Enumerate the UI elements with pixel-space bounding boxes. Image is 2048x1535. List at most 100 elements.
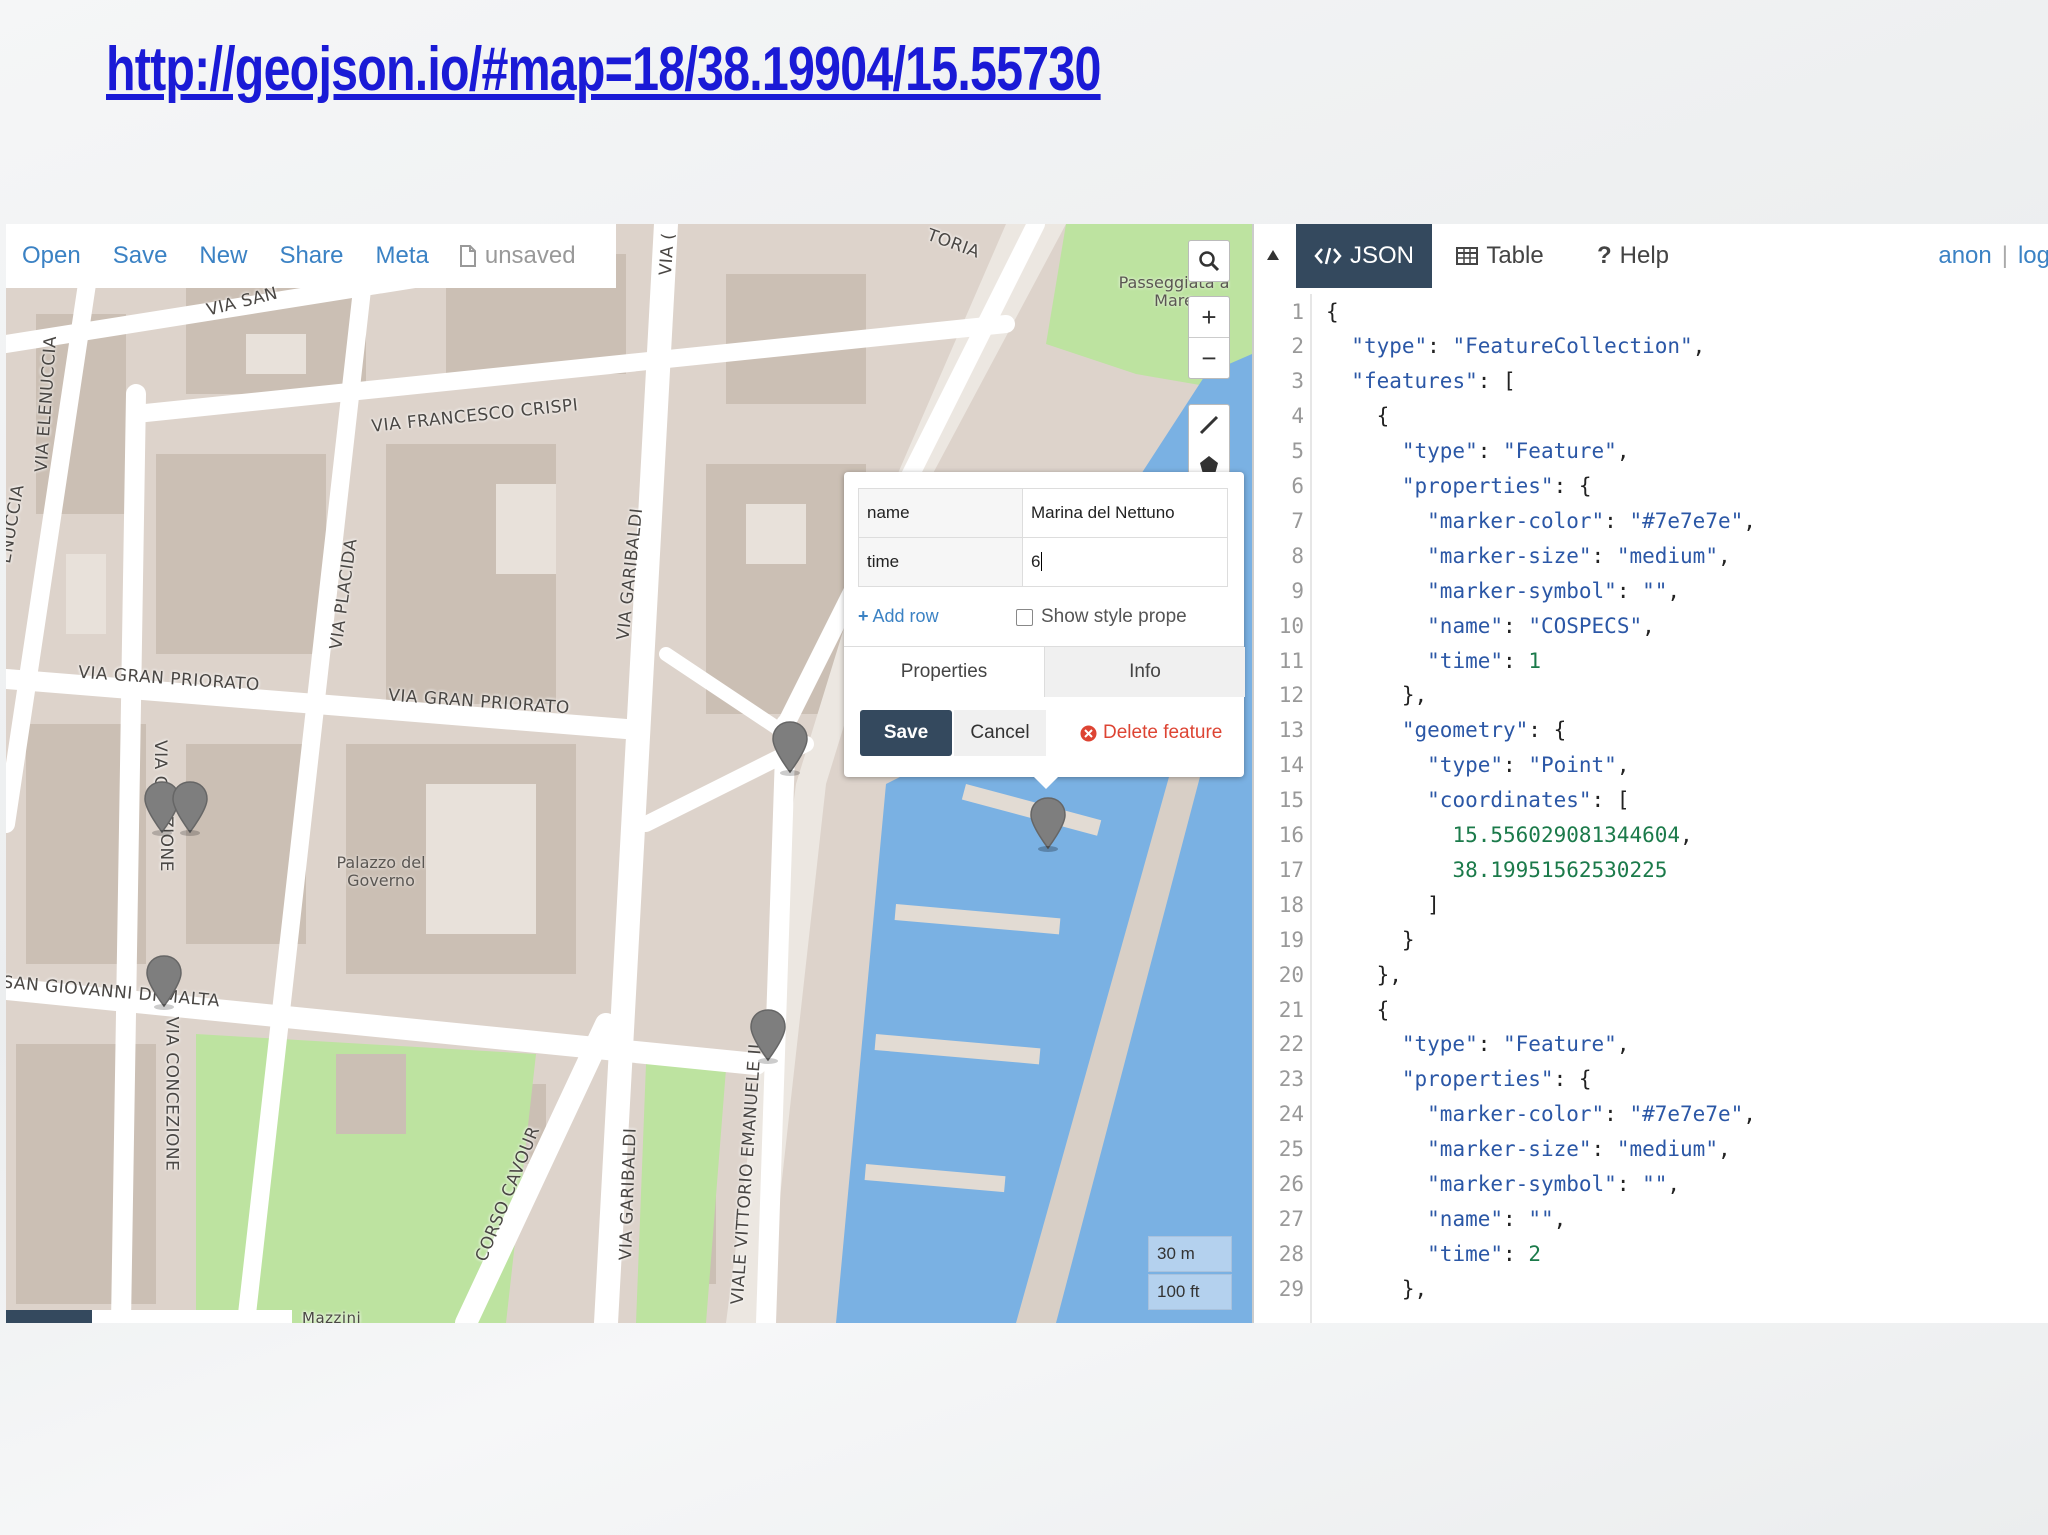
- line-number: 3: [1291, 369, 1304, 394]
- line-number: 25: [1278, 1137, 1304, 1162]
- code-text: "name": "",: [1427, 1206, 1567, 1231]
- street-label: VIA CONCEZIONE: [161, 1016, 182, 1172]
- property-key-field[interactable]: name: [858, 488, 1023, 538]
- json-editor[interactable]: 1{ 2 "type": "FeatureCollection", 3 "featu…: [1254, 294, 2048, 1323]
- line-number: 13: [1278, 718, 1304, 743]
- code-text: ]: [1326, 892, 1440, 917]
- code-text: "marker-color": "#7e7e7e",: [1427, 508, 1756, 533]
- line-number: 5: [1291, 439, 1304, 464]
- code-text: "name": "COSPECS",: [1427, 613, 1655, 638]
- code-line: 25 "marker-size": "medium",: [1254, 1132, 1731, 1167]
- login-link[interactable]: log: [2018, 242, 2048, 270]
- line-number: 27: [1278, 1206, 1304, 1231]
- tab-help[interactable]: ? Help: [1568, 224, 1698, 288]
- code-text: "type": "Feature",: [1401, 439, 1630, 464]
- property-key-field[interactable]: time: [858, 537, 1023, 587]
- show-style-label: Show style prope: [1041, 606, 1187, 627]
- map-marker-icon[interactable]: [770, 720, 810, 776]
- tab-info[interactable]: Info: [1044, 647, 1245, 697]
- line-number: 23: [1278, 1067, 1304, 1092]
- map-marker-icon[interactable]: [748, 1008, 788, 1064]
- zoom-out-button[interactable]: −: [1189, 337, 1229, 378]
- collapse-arrow-icon[interactable]: [1266, 248, 1280, 266]
- street-label: Mazzini: [302, 1309, 362, 1323]
- scale-imperial: 100 ft: [1148, 1274, 1232, 1310]
- map-marker-icon[interactable]: [170, 780, 210, 836]
- top-menu: Open Save New Share Meta unsaved: [6, 224, 616, 288]
- code-text: {: [1326, 299, 1339, 324]
- popup-tip: [1032, 775, 1060, 789]
- menu-new[interactable]: New: [183, 242, 263, 270]
- code-text: "type": "Feature",: [1401, 1032, 1630, 1057]
- line-number: 22: [1278, 1032, 1304, 1057]
- draw-line-icon[interactable]: [1189, 405, 1229, 445]
- code-line: 6 "properties": {: [1254, 469, 1591, 504]
- show-style-checkbox[interactable]: [1016, 608, 1033, 626]
- map-marker-icon[interactable]: [144, 954, 184, 1010]
- code-text: "marker-size": "medium",: [1427, 543, 1731, 568]
- geojson-screenshot: Open Save New Share Meta unsaved VIA SAN…: [6, 224, 2048, 1323]
- code-line: 26 "marker-symbol": "",: [1254, 1167, 1680, 1202]
- code-text: "properties": {: [1401, 1067, 1592, 1092]
- line-number: 8: [1291, 543, 1304, 568]
- properties-table: name Marina del Nettuno time 6: [858, 488, 1228, 587]
- line-number: 11: [1278, 648, 1304, 673]
- line-number: 7: [1291, 508, 1304, 533]
- code-line: 9 "marker-symbol": "",: [1254, 573, 1680, 608]
- menu-share[interactable]: Share: [263, 242, 359, 270]
- question-icon: ?: [1596, 242, 1612, 269]
- code-text: "type": "FeatureCollection",: [1351, 334, 1706, 359]
- show-style-properties[interactable]: Show style prope: [1016, 606, 1187, 628]
- line-number: 9: [1291, 578, 1304, 603]
- tab-json[interactable]: JSON: [1296, 224, 1432, 288]
- tab-properties[interactable]: Properties: [844, 647, 1044, 697]
- code-text: "marker-symbol": "",: [1427, 1172, 1681, 1196]
- line-number: 6: [1291, 474, 1304, 498]
- unsaved-label: unsaved: [484, 242, 576, 269]
- code-line: 27 "name": "",: [1254, 1201, 1567, 1236]
- line-number: 4: [1291, 404, 1304, 429]
- code-text: "time": 1: [1427, 648, 1541, 673]
- save-button[interactable]: Save: [860, 710, 952, 756]
- code-text: "features": [: [1351, 369, 1516, 394]
- tab-table[interactable]: Table: [1432, 224, 1568, 288]
- feature-properties-popup: name Marina del Nettuno time 6 + Add row…: [844, 472, 1245, 789]
- table-row: name Marina del Nettuno: [858, 488, 1228, 538]
- code-line: 11 "time": 1: [1254, 643, 1541, 678]
- code-text: }: [1326, 927, 1415, 952]
- code-text: "time": 2: [1427, 1241, 1541, 1266]
- delete-feature-button[interactable]: Delete feature: [1080, 710, 1222, 756]
- zoom-in-button[interactable]: +: [1189, 297, 1229, 337]
- user-links: anon | log: [1938, 224, 2048, 288]
- code-text: },: [1326, 683, 1428, 708]
- code-line: 17 38.19951562530225: [1254, 852, 1668, 887]
- code-line: 28 "time": 2: [1254, 1236, 1541, 1271]
- code-line: 1{: [1254, 294, 1339, 329]
- add-row-button[interactable]: + Add row: [858, 606, 939, 627]
- menu-meta[interactable]: Meta: [359, 242, 444, 270]
- code-line: 20 },: [1254, 957, 1402, 992]
- code-line: 22 "type": "Feature",: [1254, 1027, 1630, 1062]
- map-marker-selected-icon[interactable]: [1028, 796, 1068, 852]
- cancel-button[interactable]: Cancel: [954, 710, 1046, 756]
- line-number: 2: [1291, 334, 1304, 359]
- bottom-bar: [6, 1310, 92, 1323]
- line-number: 24: [1278, 1102, 1304, 1127]
- user-anon-link[interactable]: anon: [1938, 242, 1991, 270]
- menu-save[interactable]: Save: [97, 242, 184, 270]
- code-line: 13 "geometry": {: [1254, 713, 1567, 748]
- menu-open[interactable]: Open: [6, 242, 97, 270]
- geojson-url-link[interactable]: http://geojson.io/#map=18/38.19904/15.55…: [106, 34, 1101, 105]
- code-line: 8 "marker-size": "medium",: [1254, 538, 1731, 573]
- property-value-field[interactable]: Marina del Nettuno: [1022, 488, 1228, 538]
- map-view[interactable]: Open Save New Share Meta unsaved VIA SAN…: [6, 224, 1252, 1323]
- code-text: 15.556029081344604,: [1452, 823, 1693, 847]
- line-number: 28: [1278, 1241, 1304, 1266]
- code-line: 23 "properties": {: [1254, 1062, 1592, 1097]
- code-text: "coordinates": [: [1427, 788, 1630, 813]
- code-text: "marker-symbol": "",: [1427, 578, 1681, 603]
- search-icon[interactable]: [1189, 241, 1229, 281]
- property-value-field[interactable]: 6: [1022, 537, 1228, 587]
- poi-palazzo: Palazzo del Governo: [336, 853, 426, 890]
- scale-metric: 30 m: [1148, 1236, 1232, 1272]
